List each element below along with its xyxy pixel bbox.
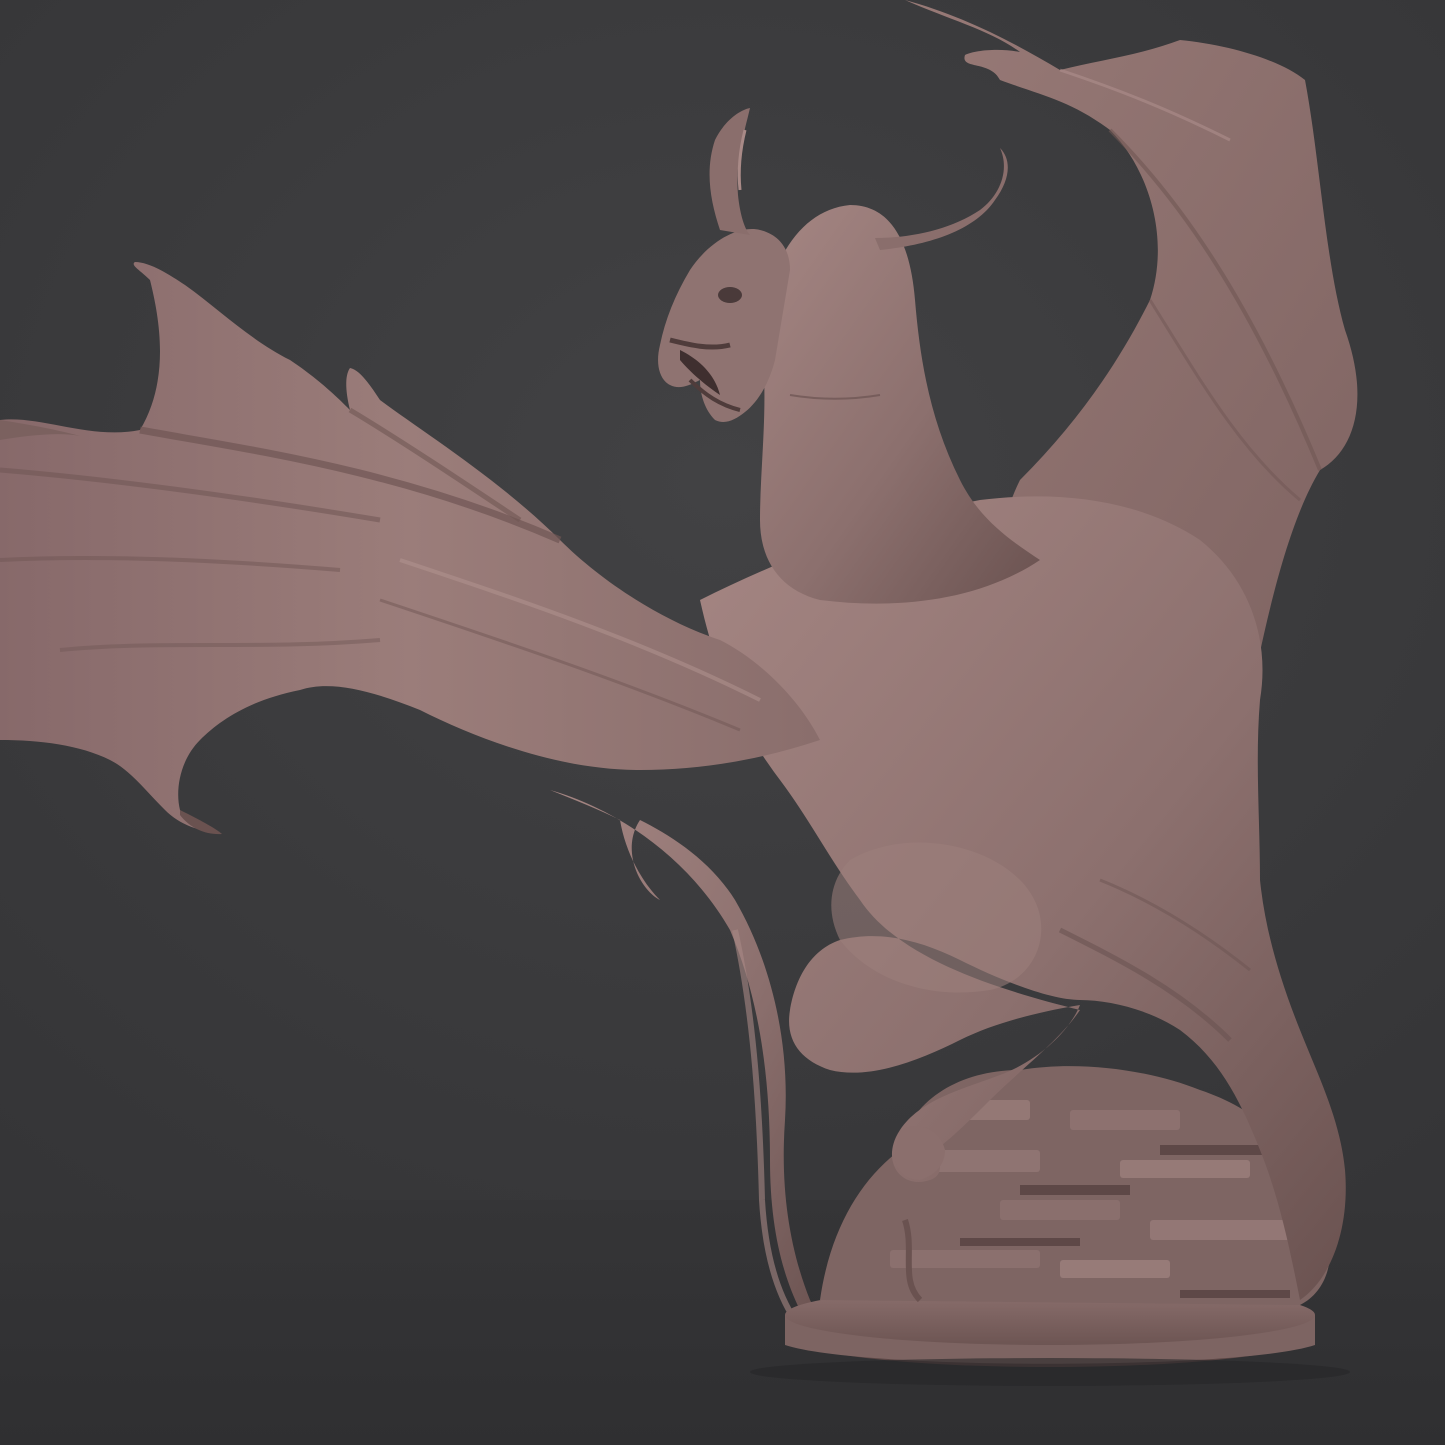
dragon-sculpture-render xyxy=(0,0,1445,1445)
ground-shadow xyxy=(750,1358,1350,1386)
render-viewport xyxy=(0,0,1445,1445)
